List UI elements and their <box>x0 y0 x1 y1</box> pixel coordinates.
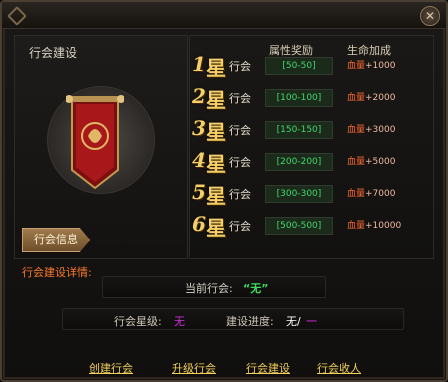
guild-text: 行会 <box>229 156 251 169</box>
progress-total: 一 <box>306 315 317 328</box>
attr-reward: [50-50] <box>265 57 333 75</box>
life-label: 血量 <box>347 189 366 199</box>
guild-text: 行会 <box>229 92 251 105</box>
life-label: 血量 <box>347 221 366 231</box>
life-bonus: 血量+10000 <box>347 218 401 231</box>
life-value: +5000 <box>365 157 396 167</box>
table-row: 2 星 行会 [100-100] 血量+2000 <box>192 84 428 112</box>
life-value: +2000 <box>365 93 396 103</box>
table-row: 3 星 行会 [150-150] 血量+3000 <box>192 116 428 144</box>
life-value: +7000 <box>365 189 396 199</box>
attr-reward: [300-300] <box>265 185 333 203</box>
life-label: 血量 <box>347 61 366 71</box>
life-bonus: 血量+1000 <box>347 58 395 71</box>
table-row: 4 星 行会 [200-200] 血量+5000 <box>192 148 428 176</box>
attr-reward: [150-150] <box>265 121 333 139</box>
life-label: 血量 <box>347 125 366 135</box>
life-bonus: 血量+2000 <box>347 90 395 103</box>
build-guild-link[interactable]: 行会建设 <box>246 360 290 376</box>
life-value: +3000 <box>365 125 396 135</box>
life-bonus: 血量+3000 <box>347 122 395 135</box>
guild-text: 行会 <box>229 60 251 73</box>
star-level: 2 <box>192 84 206 108</box>
life-label: 血量 <box>347 157 366 167</box>
attr-reward: [500-500] <box>265 217 333 235</box>
star-char: 星 <box>206 88 226 112</box>
star-level: 6 <box>192 212 206 236</box>
attr-reward: [200-200] <box>265 153 333 171</box>
star-char: 星 <box>206 216 226 240</box>
title-bar <box>2 2 446 29</box>
progress-label: 建设进度: <box>226 315 274 328</box>
guild-text: 行会 <box>229 220 251 233</box>
life-bonus: 血量+5000 <box>347 154 395 167</box>
star-char: 星 <box>206 120 226 144</box>
life-bonus: 血量+7000 <box>347 186 395 199</box>
star-level: 4 <box>192 148 206 172</box>
star-level: 1 <box>192 52 206 76</box>
guild-text: 行会 <box>229 188 251 201</box>
guild-text: 行会 <box>229 124 251 137</box>
table-row: 5 星 行会 [300-300] 血量+7000 <box>192 180 428 208</box>
star-char: 星 <box>206 56 226 80</box>
star-char: 星 <box>206 184 226 208</box>
life-value: +1000 <box>365 61 396 71</box>
current-guild-bar: 当前行会: “无” <box>102 276 326 298</box>
close-button[interactable]: ✕ <box>420 6 440 26</box>
star-level-label: 行会星级: <box>114 315 162 328</box>
guild-banner-icon <box>66 95 124 190</box>
current-guild-label: 当前行会: <box>185 282 233 295</box>
star-char: 星 <box>206 152 226 176</box>
life-value: +10000 <box>365 221 402 231</box>
current-guild-value: “无” <box>243 282 269 295</box>
details-title: 行会建设详情: <box>22 266 92 279</box>
progress-value: 无/ <box>286 315 301 328</box>
panel-title: 行会建设 <box>29 46 78 60</box>
table-row: 6 星 行会 [500-500] 血量+10000 <box>192 212 428 240</box>
create-guild-link[interactable]: 创建行会 <box>89 360 133 376</box>
attr-reward: [100-100] <box>265 89 333 107</box>
guild-info-tab[interactable]: 行会信息 <box>22 228 90 252</box>
star-level: 3 <box>192 116 206 140</box>
life-label: 血量 <box>347 93 366 103</box>
guild-income-link[interactable]: 行会收人 <box>317 360 361 376</box>
star-level: 5 <box>192 180 206 204</box>
star-level-value: 无 <box>174 315 185 328</box>
guild-window: ✕ 行会建设 行会信息 属性奖励 生命加成 1 星 行会 [50-50] 血量+… <box>0 0 448 382</box>
upgrade-guild-link[interactable]: 升级行会 <box>172 360 216 376</box>
table-row: 1 星 行会 [50-50] 血量+1000 <box>192 52 428 80</box>
